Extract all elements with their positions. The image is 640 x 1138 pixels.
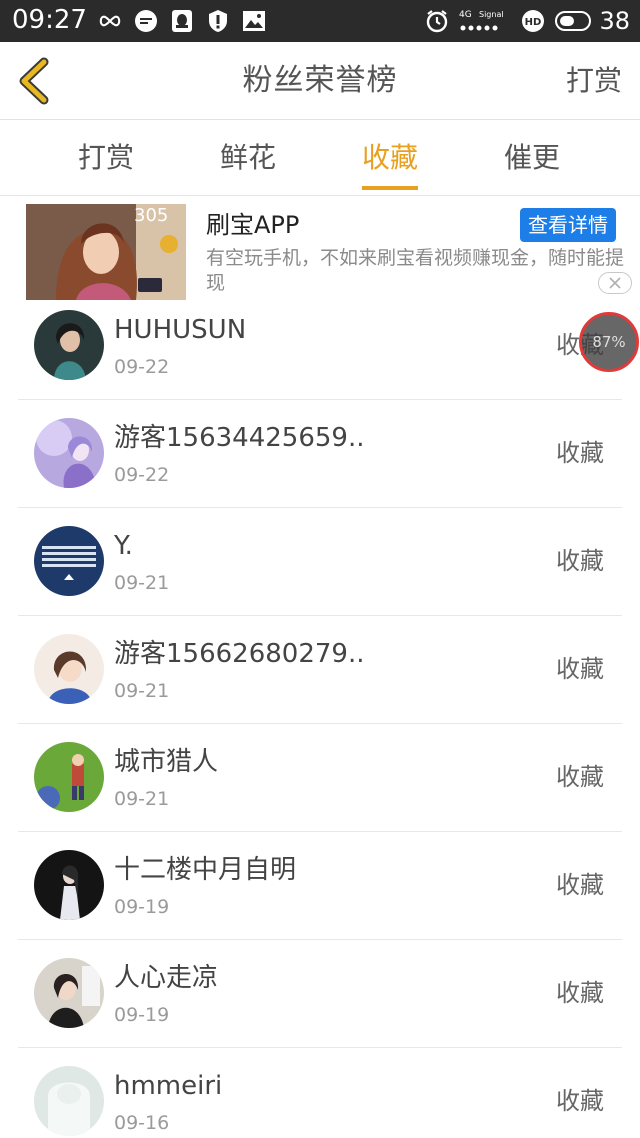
infinity-icon — [98, 9, 122, 33]
tab-reward[interactable]: 打赏 — [46, 138, 166, 178]
user-name: hmmeiri — [114, 1071, 223, 1101]
tab-urge-update[interactable]: 催更 — [472, 138, 592, 178]
network-type: 4G — [459, 10, 472, 20]
favorite-label: 收藏 — [556, 1087, 604, 1115]
ad-title: 刷宝APP — [206, 211, 300, 239]
user-name: 城市猎人 — [114, 747, 219, 777]
list-item[interactable]: HUHUSUN 09-22 收藏 — [18, 292, 622, 400]
favorite-label: 收藏 — [556, 547, 604, 575]
favorite-date: 09-21 — [114, 680, 170, 702]
list-item[interactable]: Y. 09-21 收藏 — [18, 508, 622, 616]
list-item[interactable]: 十二楼中月自明 09-19 收藏 — [18, 832, 622, 940]
favorite-date: 09-19 — [114, 896, 170, 918]
favorite-label: 收藏 — [556, 871, 604, 899]
avatar[interactable] — [34, 958, 104, 1028]
user-name: 游客15662680279.. — [114, 639, 365, 669]
user-name: 游客15634425659.. — [114, 423, 365, 453]
favorite-date: 09-22 — [114, 356, 170, 378]
favorite-date: 09-21 — [114, 788, 170, 810]
status-time: 09:27 — [12, 5, 87, 35]
list-item[interactable]: hmmeiri 09-16 收藏 — [18, 1048, 622, 1138]
avatar[interactable] — [34, 310, 104, 380]
qq-icon — [170, 9, 194, 33]
user-name: HUHUSUN — [114, 315, 247, 345]
ad-description: 有空玩手机，不如来刷宝看视频赚现金，随时能提现 — [206, 247, 625, 294]
active-tab-indicator — [362, 186, 418, 190]
shield-icon — [206, 9, 230, 33]
page-title: 粉丝荣誉榜 — [242, 63, 398, 98]
favorites-list: HUHUSUN 09-22 收藏 游客15634425659.. 09-22 收… — [0, 292, 640, 1138]
favorite-label: 收藏 — [556, 763, 604, 791]
top-nav-bar: 粉丝荣誉榜 打赏 — [0, 42, 640, 120]
status-bar: 09:27 4G Signal HD 38 — [0, 0, 640, 42]
tab-flowers[interactable]: 鲜花 — [188, 138, 308, 178]
image-icon — [242, 9, 266, 33]
list-item[interactable]: 人心走凉 09-19 收藏 — [18, 940, 622, 1048]
reward-button[interactable]: 打赏 — [566, 60, 622, 102]
avatar[interactable] — [34, 1066, 104, 1136]
hd-badge-text: HD — [525, 17, 542, 28]
signal-label: Signal — [479, 10, 504, 19]
favorite-label: 收藏 — [556, 979, 604, 1007]
ad-view-details-button[interactable]: 查看详情 — [520, 208, 616, 242]
floating-progress-button[interactable]: 87% — [579, 312, 639, 372]
favorite-label: 收藏 — [556, 439, 604, 467]
alarm-icon — [425, 9, 449, 33]
battery-level: 38 — [599, 7, 630, 35]
notification-icons — [86, 6, 266, 36]
ad-image-number: 305 — [134, 205, 168, 226]
ad-close-button[interactable] — [598, 272, 632, 294]
avatar[interactable] — [34, 634, 104, 704]
favorite-date: 09-21 — [114, 572, 170, 594]
close-icon — [609, 277, 621, 289]
ad-image[interactable]: 305 — [26, 204, 186, 300]
list-item[interactable]: 游客15634425659.. 09-22 收藏 — [18, 400, 622, 508]
ad-banner[interactable]: 305 刷宝APP 查看详情 有空玩手机，不如来刷宝看视频赚现金，随时能提现 — [26, 204, 632, 300]
user-name: Y. — [114, 531, 133, 561]
favorite-date: 09-19 — [114, 1004, 170, 1026]
favorite-date: 09-22 — [114, 464, 170, 486]
message-icon — [134, 9, 158, 33]
avatar[interactable] — [34, 526, 104, 596]
system-status-icons: 4G Signal HD 38 — [415, 4, 630, 38]
list-item[interactable]: 游客15662680279.. 09-21 收藏 — [18, 616, 622, 724]
user-name: 十二楼中月自明 — [114, 855, 297, 885]
list-item[interactable]: 城市猎人 09-21 收藏 — [18, 724, 622, 832]
avatar[interactable] — [34, 850, 104, 920]
tab-favorites[interactable]: 收藏 — [330, 138, 450, 178]
tab-bar: 打赏 鲜花 收藏 催更 — [0, 120, 640, 196]
progress-percent: 87% — [592, 333, 626, 351]
avatar[interactable] — [34, 418, 104, 488]
favorite-label: 收藏 — [556, 655, 604, 683]
hd-voice-icon: HD — [521, 9, 545, 33]
battery-icon — [555, 11, 592, 31]
avatar[interactable] — [34, 742, 104, 812]
user-name: 人心走凉 — [114, 963, 219, 993]
signal-icon: 4G Signal — [459, 7, 511, 35]
favorite-date: 09-16 — [114, 1112, 170, 1134]
